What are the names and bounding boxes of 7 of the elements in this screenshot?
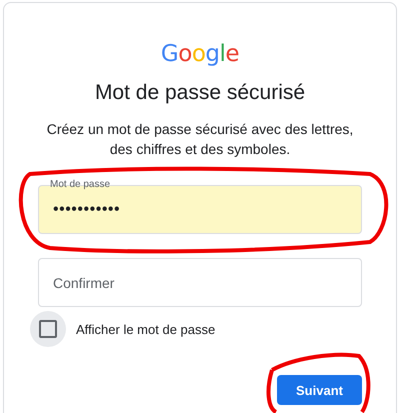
google-logo: Google <box>160 41 240 67</box>
instructions-text: Créez un mot de passe sécurisé avec des lettres, des chiffres et des symboles. <box>46 120 354 159</box>
confirm-field[interactable]: Confirmer <box>38 258 362 307</box>
checkbox[interactable] <box>39 320 57 338</box>
next-button[interactable]: Suivant <box>277 375 362 405</box>
page-title: Mot de passe sécurisé <box>94 81 306 105</box>
checkbox-label: Afficher le mot de passe <box>76 322 216 336</box>
